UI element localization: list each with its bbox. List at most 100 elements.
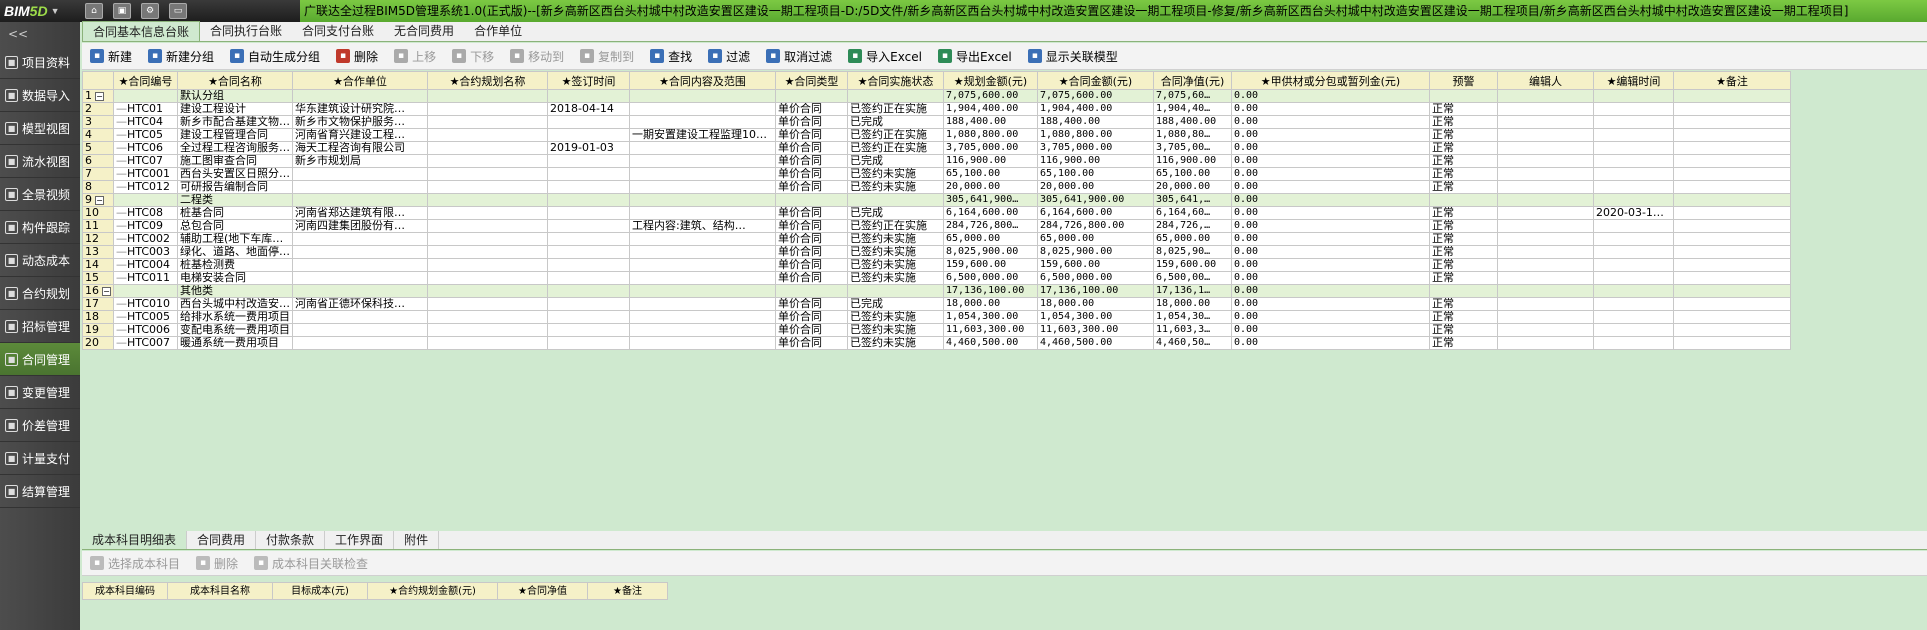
table-row[interactable]: 3 —HTC04 新乡市配合基建文物… 新乡市文物保护服务… 单价合同 已完成 188,40… bbox=[82, 115, 1791, 129]
table-cell[interactable]: 单价合同 bbox=[775, 219, 848, 233]
row-number[interactable]: 17 bbox=[82, 297, 114, 311]
table-row[interactable]: 8 —HTC012 可研报告编制合同 单价合同 已签约未实施 20,000.00 20,00… bbox=[82, 180, 1791, 194]
table-cell[interactable] bbox=[1673, 245, 1791, 259]
table-cell[interactable]: 0.00 bbox=[1231, 102, 1430, 116]
table-cell[interactable]: 4,460,500.00 bbox=[1037, 336, 1154, 350]
table-cell[interactable] bbox=[1497, 89, 1594, 103]
table-cell[interactable]: 桩基检测费 bbox=[177, 258, 293, 272]
table-cell[interactable] bbox=[629, 297, 776, 311]
table-cell[interactable] bbox=[1593, 245, 1674, 259]
table-cell[interactable]: 4,460,500.00 bbox=[943, 336, 1038, 350]
table-cell[interactable]: 正常 bbox=[1429, 115, 1498, 129]
bottom-tab-4[interactable]: 附件 bbox=[394, 531, 440, 549]
table-cell[interactable] bbox=[1673, 167, 1791, 181]
column-header[interactable]: 合同净值(元) bbox=[1153, 71, 1232, 90]
table-cell[interactable]: 工程内容:建筑、结构… bbox=[629, 219, 776, 233]
table-cell[interactable] bbox=[1673, 310, 1791, 324]
table-cell[interactable] bbox=[1497, 310, 1594, 324]
toolbar-button-4[interactable]: ▪ 上移 bbox=[394, 48, 436, 65]
table-cell[interactable] bbox=[1593, 154, 1674, 168]
sidebar-item-13[interactable]: ■ 结算管理 bbox=[0, 475, 80, 508]
table-cell[interactable] bbox=[847, 284, 944, 298]
table-cell[interactable]: —HTC007 bbox=[113, 336, 178, 350]
sidebar-item-4[interactable]: ■ 全景视频 bbox=[0, 178, 80, 211]
table-cell[interactable] bbox=[1673, 154, 1791, 168]
toolbar-button-10[interactable]: ▪ 取消过滤 bbox=[766, 48, 832, 65]
table-cell[interactable]: 65,000.00 bbox=[1037, 232, 1154, 246]
table-cell[interactable] bbox=[1497, 206, 1594, 220]
row-number[interactable]: 10 bbox=[82, 206, 114, 220]
row-number[interactable]: 14 bbox=[82, 258, 114, 272]
column-header[interactable]: ★合同金额(元) bbox=[1037, 71, 1154, 90]
table-cell[interactable]: 正常 bbox=[1429, 258, 1498, 272]
table-cell[interactable]: 绿化、道路、地面停… bbox=[177, 245, 293, 259]
table-cell[interactable]: 0.00 bbox=[1231, 323, 1430, 337]
table-cell[interactable]: 正常 bbox=[1429, 232, 1498, 246]
table-cell[interactable] bbox=[629, 154, 776, 168]
table-cell[interactable]: 0.00 bbox=[1231, 284, 1430, 298]
table-cell[interactable]: 正常 bbox=[1429, 167, 1498, 181]
table-cell[interactable] bbox=[1593, 89, 1674, 103]
table-cell[interactable]: 65,100.00 bbox=[1037, 167, 1154, 181]
table-cell[interactable]: 桩基合同 bbox=[177, 206, 293, 220]
collapse-icon[interactable]: − bbox=[102, 287, 111, 296]
table-cell[interactable]: 总包合同 bbox=[177, 219, 293, 233]
table-cell[interactable]: 已完成 bbox=[847, 206, 944, 220]
table-cell[interactable] bbox=[292, 336, 428, 350]
chevron-down-icon[interactable]: ▼ bbox=[51, 6, 60, 16]
table-cell[interactable]: 6,500,000.00 bbox=[1037, 271, 1154, 285]
table-cell[interactable]: 0.00 bbox=[1231, 232, 1430, 246]
table-cell[interactable] bbox=[629, 232, 776, 246]
table-cell[interactable] bbox=[1497, 245, 1594, 259]
table-cell[interactable]: 单价合同 bbox=[775, 141, 848, 155]
row-number[interactable]: 18 bbox=[82, 310, 114, 324]
table-cell[interactable] bbox=[1593, 258, 1674, 272]
table-cell[interactable]: 4,460,50… bbox=[1153, 336, 1232, 350]
table-cell[interactable] bbox=[547, 193, 630, 207]
table-cell[interactable]: 单价合同 bbox=[775, 128, 848, 142]
table-cell[interactable] bbox=[547, 336, 630, 350]
table-cell[interactable]: 给排水系统一费用项目 bbox=[177, 310, 293, 324]
table-cell[interactable] bbox=[629, 206, 776, 220]
table-cell[interactable]: 3,705,00… bbox=[1153, 141, 1232, 155]
sidebar-item-11[interactable]: ■ 价差管理 bbox=[0, 409, 80, 442]
table-cell[interactable] bbox=[427, 115, 548, 129]
table-cell[interactable] bbox=[1497, 141, 1594, 155]
table-cell[interactable] bbox=[113, 193, 178, 207]
table-cell[interactable]: 8,025,900.00 bbox=[943, 245, 1038, 259]
table-cell[interactable]: —HTC06 bbox=[113, 141, 178, 155]
table-cell[interactable]: 284,726,800.00 bbox=[1037, 219, 1154, 233]
table-cell[interactable] bbox=[1497, 219, 1594, 233]
table-cell[interactable] bbox=[427, 141, 548, 155]
column-header[interactable]: ★甲供材或分包或暂列金(元) bbox=[1231, 71, 1430, 90]
table-cell[interactable]: —HTC002 bbox=[113, 232, 178, 246]
table-cell[interactable]: 河南省育兴建设工程… bbox=[292, 128, 428, 142]
table-cell[interactable]: 17,136,100.00 bbox=[1037, 284, 1154, 298]
table-cell[interactable]: 0.00 bbox=[1231, 245, 1430, 259]
table-cell[interactable]: 284,726,800… bbox=[943, 219, 1038, 233]
bottom-tab-3[interactable]: 工作界面 bbox=[325, 531, 395, 549]
table-row[interactable]: 20 —HTC007 暖通系统一费用项目 单价合同 已签约未实施 4,460,500.00… bbox=[82, 336, 1791, 350]
table-cell[interactable]: 0.00 bbox=[1231, 180, 1430, 194]
table-cell[interactable] bbox=[629, 89, 776, 103]
table-cell[interactable] bbox=[1673, 271, 1791, 285]
table-cell[interactable] bbox=[292, 271, 428, 285]
table-cell[interactable]: 1,904,400.00 bbox=[943, 102, 1038, 116]
row-number[interactable]: 12 bbox=[82, 232, 114, 246]
row-number[interactable]: 8 bbox=[82, 180, 114, 194]
table-cell[interactable] bbox=[292, 323, 428, 337]
table-row[interactable]: 13 —HTC003 绿化、道路、地面停… 单价合同 已签约未实施 8,025,900.0… bbox=[82, 245, 1791, 259]
table-cell[interactable]: 0.00 bbox=[1231, 128, 1430, 142]
table-cell[interactable] bbox=[1497, 323, 1594, 337]
sidebar-item-9[interactable]: ■ 合同管理 bbox=[0, 343, 80, 376]
table-cell[interactable] bbox=[1497, 258, 1594, 272]
bottom-toolbar-button-1[interactable]: ▪ 删除 bbox=[196, 555, 238, 572]
table-row[interactable]: 10 —HTC08 桩基合同 河南省郑达建筑有限… 单价合同 已完成 6,164,600.0… bbox=[82, 206, 1791, 220]
table-cell[interactable] bbox=[1673, 297, 1791, 311]
table-cell[interactable]: 西台头城中村改造安… bbox=[177, 297, 293, 311]
row-number[interactable]: 4 bbox=[82, 128, 114, 142]
table-cell[interactable]: —HTC010 bbox=[113, 297, 178, 311]
table-cell[interactable] bbox=[113, 89, 178, 103]
table-cell[interactable]: 0.00 bbox=[1231, 336, 1430, 350]
table-cell[interactable] bbox=[1593, 167, 1674, 181]
